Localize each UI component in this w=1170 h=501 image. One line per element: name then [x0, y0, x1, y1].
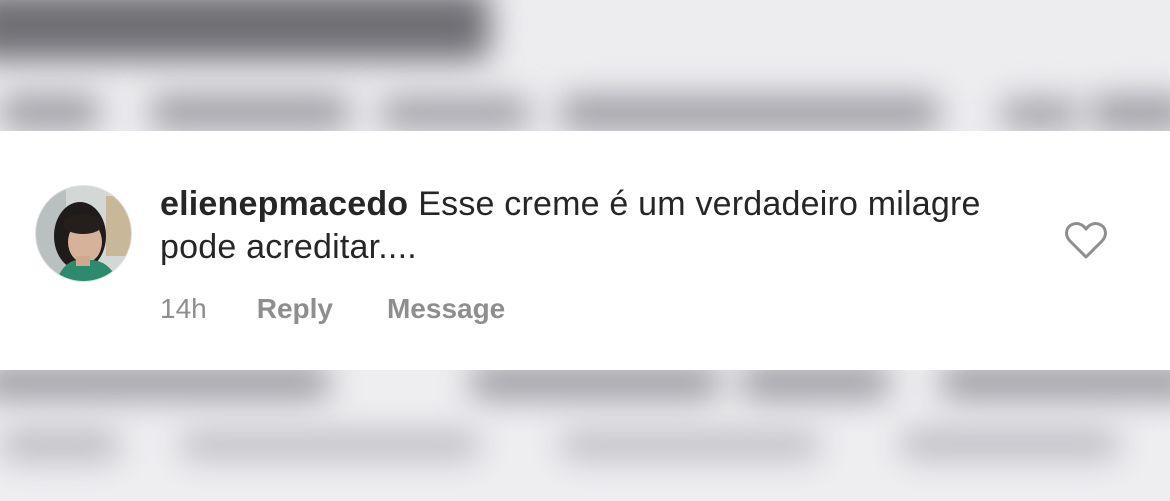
reply-button[interactable]: Reply [257, 293, 333, 325]
comment-item[interactable]: elienepmacedo Esse creme é um verdadeiro … [0, 131, 1170, 370]
blurred-content-top [0, 0, 1170, 131]
comment-timestamp: 14h [160, 293, 207, 324]
user-avatar[interactable] [36, 186, 131, 281]
comment-meta: 14h Reply Message [160, 289, 559, 329]
message-button[interactable]: Message [387, 293, 505, 325]
comment-username[interactable]: elienepmacedo [160, 185, 408, 223]
comment-screen: elienepmacedo Esse creme é um verdadeiro … [0, 0, 1170, 501]
heart-outline-icon [1065, 221, 1107, 259]
user-avatar-photo [36, 186, 131, 281]
comment-body: elienepmacedo Esse creme é um verdadeiro … [160, 183, 1020, 269]
like-button[interactable] [1064, 220, 1108, 260]
blurred-content-bottom [0, 370, 1170, 501]
